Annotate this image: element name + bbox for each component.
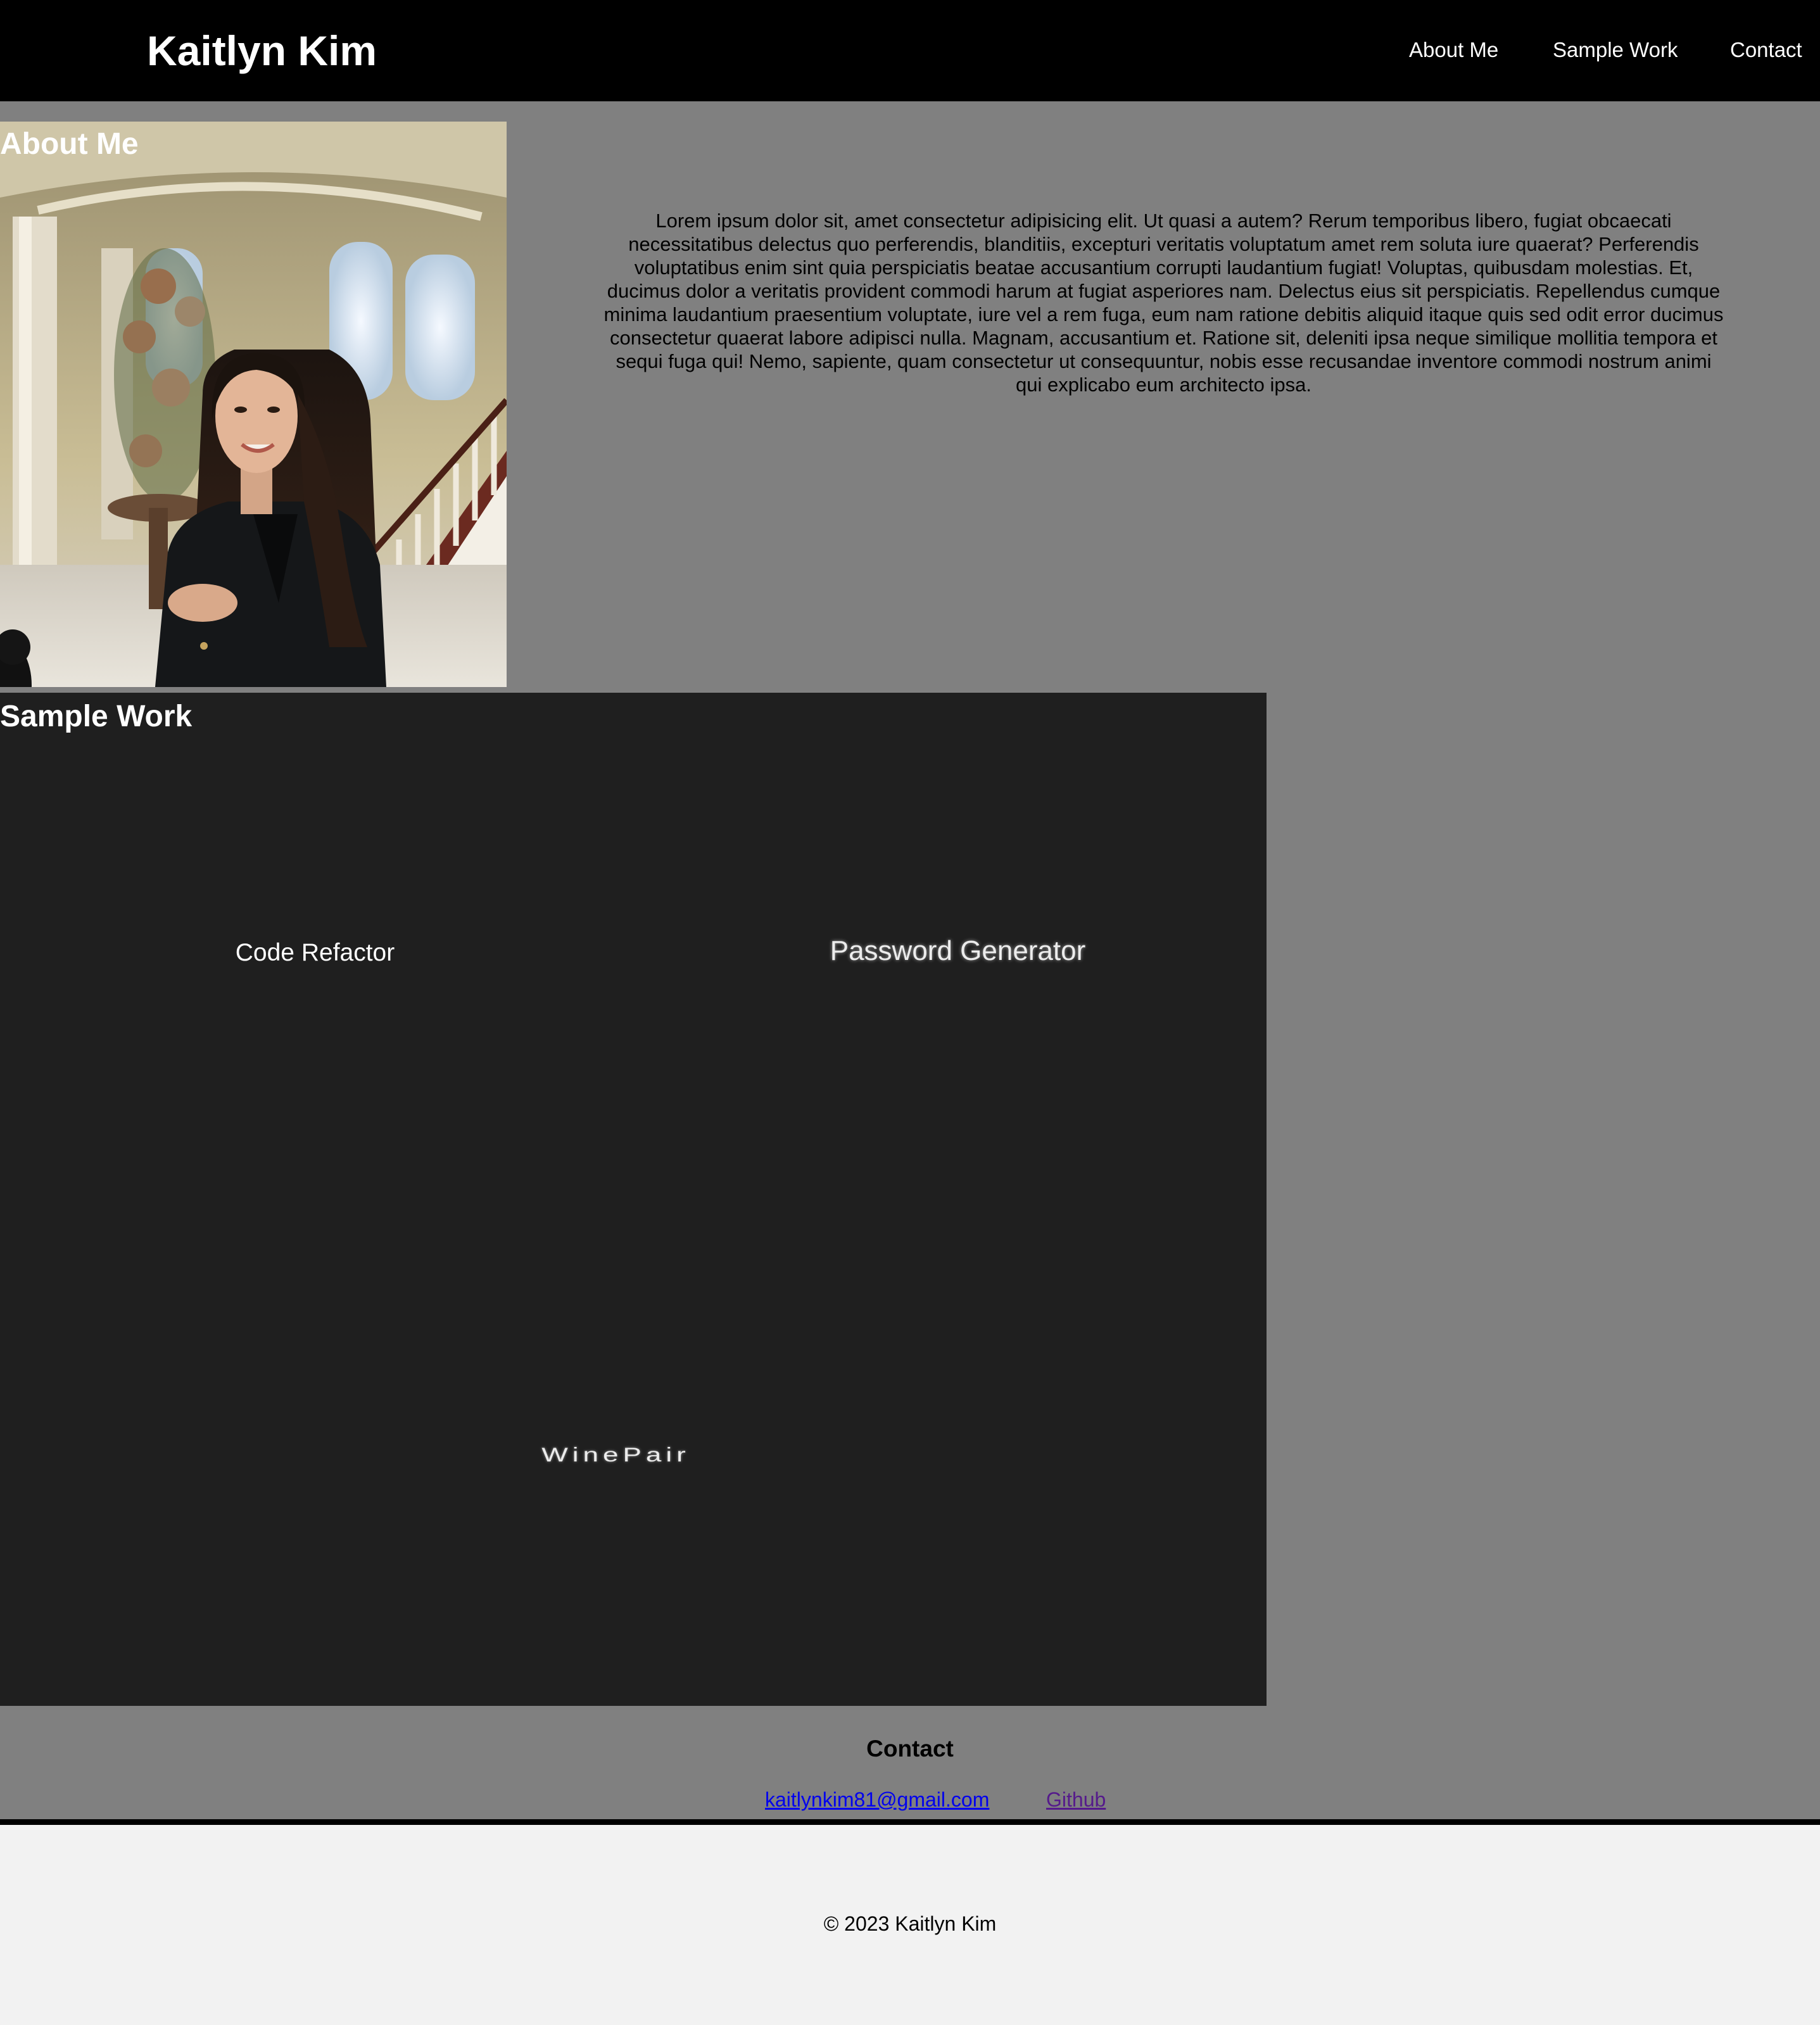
about-paragraph: Lorem ipsum dolor sit, amet consectetur … xyxy=(604,210,1724,396)
about-heading: About Me xyxy=(0,127,139,161)
contact-email-link[interactable]: kaitlynkim81@gmail.com xyxy=(765,1786,989,1813)
site-header: Kaitlyn Kim About Me Sample Work Contact xyxy=(0,0,1820,101)
nav-about-me-link[interactable]: About Me xyxy=(1409,37,1498,63)
contact-heading: Contact xyxy=(866,1736,954,1762)
footer-divider xyxy=(0,1819,1820,1825)
project-password-generator[interactable]: Password Generator xyxy=(747,933,1168,969)
sample-work-section: Sample Work Code Refactor Password Gener… xyxy=(0,693,1267,1706)
site-footer: © 2023 Kaitlyn Kim xyxy=(0,1825,1820,2025)
site-title: Kaitlyn Kim xyxy=(147,27,377,74)
project-code-refactor[interactable]: Code Refactor xyxy=(177,937,453,969)
profile-photo xyxy=(0,122,507,687)
project-winepair[interactable]: WinePair xyxy=(481,1442,750,1468)
contact-github-link[interactable]: Github xyxy=(1046,1786,1106,1813)
footer-copyright: © 2023 Kaitlyn Kim xyxy=(823,1912,997,1935)
sample-work-heading: Sample Work xyxy=(0,700,193,733)
nav-contact-link[interactable]: Contact xyxy=(1730,37,1802,63)
nav-sample-work-link[interactable]: Sample Work xyxy=(1553,37,1678,63)
